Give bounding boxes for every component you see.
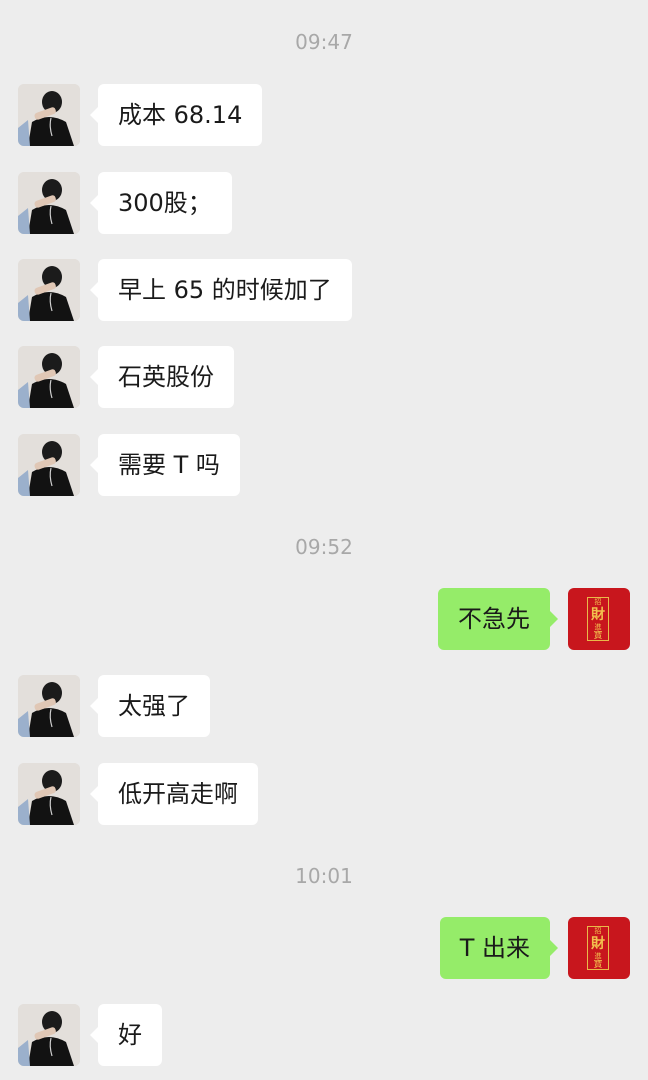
timestamp: 09:47 [295, 30, 353, 54]
message-bubble[interactable]: 太强了 [90, 675, 210, 737]
avatar[interactable] [18, 346, 80, 408]
user-photo-icon [18, 763, 80, 825]
avatar[interactable] [18, 84, 80, 146]
message-bubble[interactable]: 石英股份 [90, 346, 234, 408]
avatar[interactable]: 招 財 進 寶 [568, 588, 630, 650]
message-bubble[interactable]: T 出来 [439, 917, 559, 979]
avatar[interactable] [18, 259, 80, 321]
message-bubble[interactable]: 300股； [90, 172, 232, 234]
avatar[interactable] [18, 434, 80, 496]
avatar[interactable] [18, 1004, 80, 1066]
message-bubble[interactable]: 好 [90, 1004, 162, 1066]
red-seal-logo-text: 招 財 進 寶 [591, 927, 605, 970]
avatar[interactable] [18, 675, 80, 737]
message-bubble[interactable]: 成本 68.14 [89, 84, 263, 146]
message-row: 招 財 進 寶 不急先 [18, 588, 630, 650]
message-bubble[interactable]: 低开高走啊 [90, 763, 258, 825]
user-photo-icon [18, 434, 80, 496]
timestamp: 10:01 [295, 864, 353, 888]
message-row: 招 財 進 寶 T 出来 [18, 917, 630, 979]
user-photo-icon [18, 675, 80, 737]
message-bubble[interactable]: 不急先 [438, 588, 558, 650]
message-bubble[interactable]: 需要 T 吗 [90, 434, 240, 496]
timestamp: 09:52 [295, 535, 353, 559]
user-photo-icon [18, 172, 80, 234]
avatar[interactable] [18, 172, 80, 234]
user-photo-icon [18, 259, 80, 321]
avatar[interactable] [18, 763, 80, 825]
message-bubble[interactable]: 早上 65 的时候加了 [90, 259, 352, 321]
red-seal-logo-text: 招 財 進 寶 [591, 598, 605, 641]
avatar[interactable]: 招 財 進 寶 [568, 917, 630, 979]
user-photo-icon [18, 346, 80, 408]
user-photo-icon [18, 84, 80, 146]
user-photo-icon [18, 1004, 80, 1066]
